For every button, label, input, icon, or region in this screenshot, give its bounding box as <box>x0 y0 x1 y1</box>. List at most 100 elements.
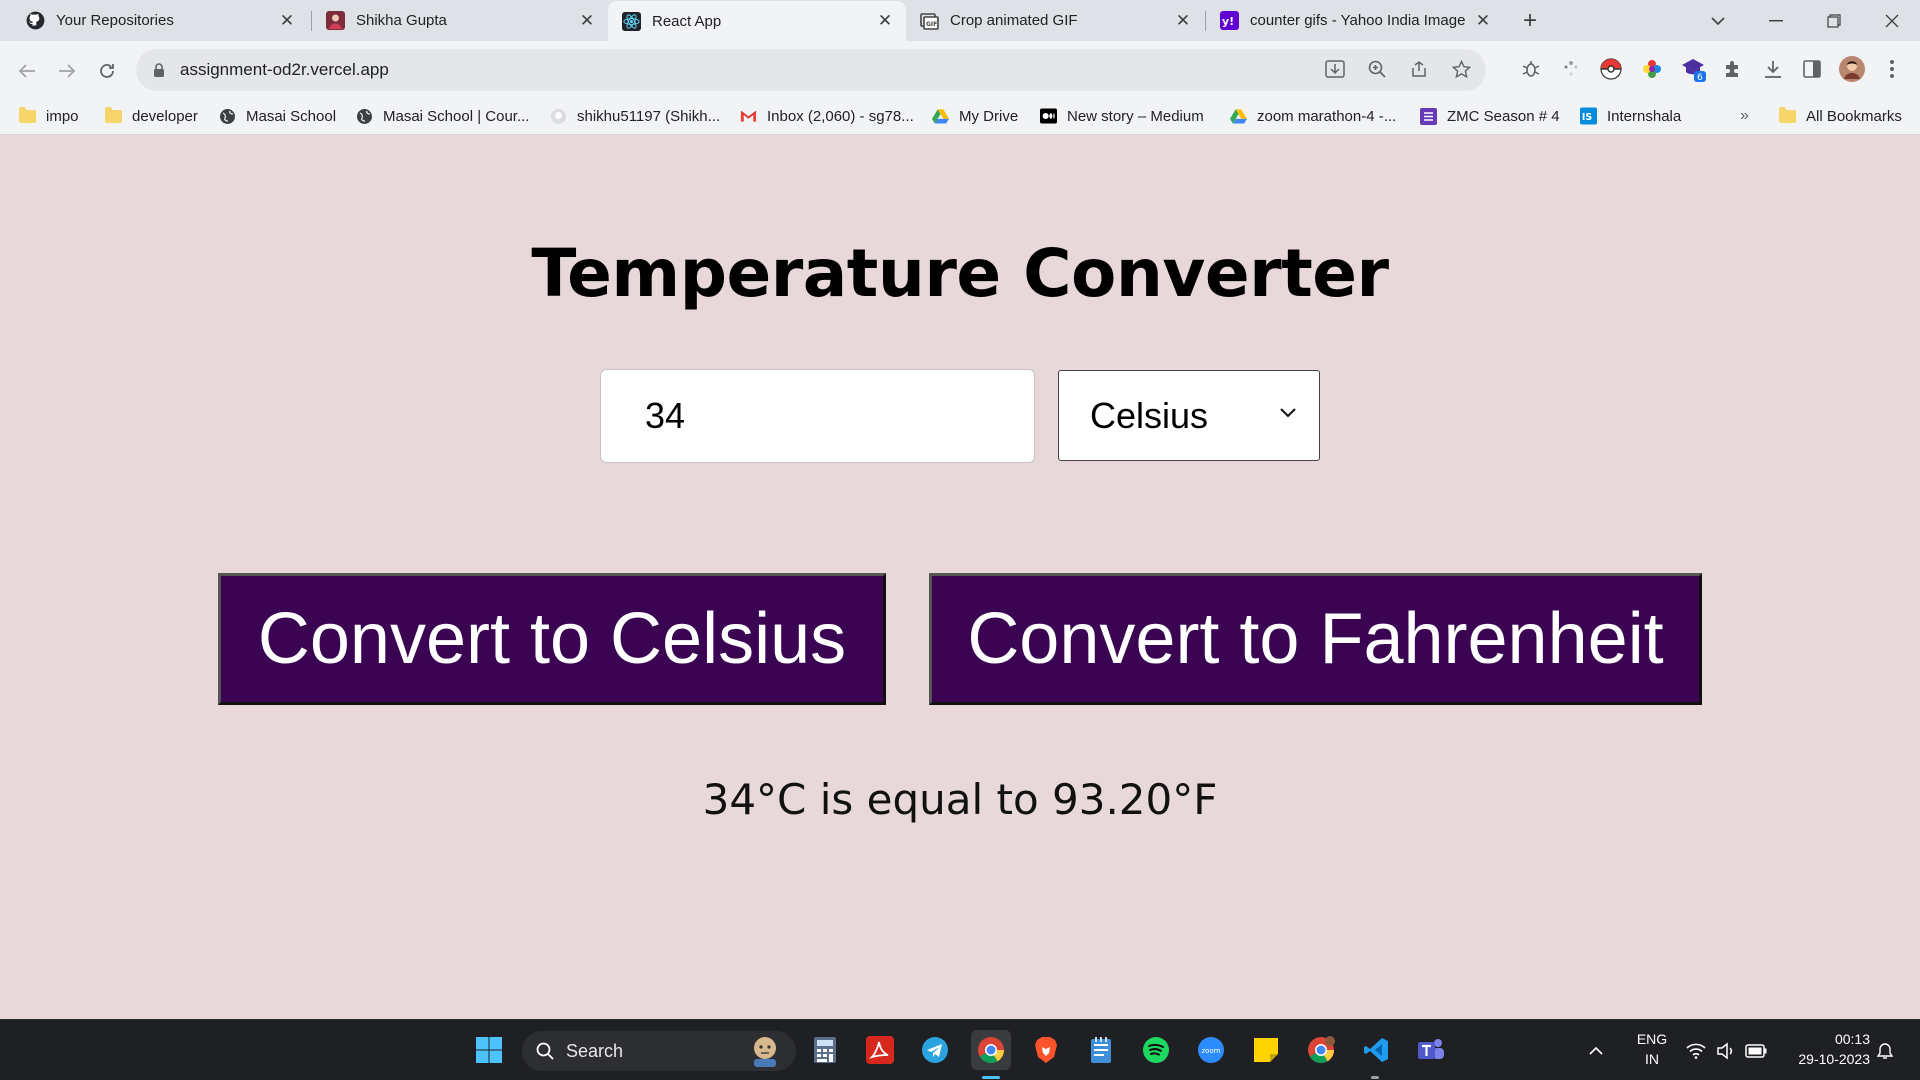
restore-button[interactable] <box>1806 0 1862 41</box>
unit-select[interactable]: Celsius <box>1058 370 1320 461</box>
bookmark-github-profile[interactable]: shikhu51197 (Shikh... <box>550 97 720 135</box>
convert-to-fahrenheit-button[interactable]: Convert to Fahrenheit <box>929 573 1702 705</box>
notification-settings-icon[interactable] <box>1876 1020 1894 1080</box>
bookmark-masai-school[interactable]: Masai School <box>219 97 336 135</box>
back-button[interactable] <box>11 55 43 87</box>
close-icon[interactable]: ✕ <box>1474 11 1492 30</box>
volume-icon[interactable] <box>1716 1020 1736 1080</box>
spinner-extension-icon[interactable] <box>1557 55 1585 83</box>
search-icon <box>536 1042 554 1060</box>
chrome-profile-icon[interactable] <box>1301 1030 1341 1070</box>
tab-title: counter gifs - Yahoo India Image <box>1250 12 1466 29</box>
bookmark-label: New story – Medium <box>1067 107 1204 125</box>
close-window-button[interactable] <box>1864 0 1920 41</box>
bookmark-zmc-season[interactable]: ZMC Season # 4 <box>1420 97 1560 135</box>
color-wheel-extension-icon[interactable] <box>1638 55 1666 83</box>
bookmark-label: ZMC Season # 4 <box>1447 107 1560 125</box>
close-icon[interactable]: ✕ <box>876 11 894 30</box>
downloads-icon[interactable] <box>1759 55 1787 83</box>
minimize-button[interactable] <box>1748 0 1804 41</box>
bookmark-medium[interactable]: New story – Medium <box>1040 97 1204 135</box>
spotify-icon[interactable] <box>1136 1030 1176 1070</box>
svg-text:zoom: zoom <box>1202 1047 1221 1055</box>
bookmark-label: Internshala <box>1607 107 1682 125</box>
telegram-icon[interactable] <box>915 1030 955 1070</box>
forward-button[interactable] <box>51 55 83 87</box>
brave-icon[interactable] <box>1026 1030 1066 1070</box>
tab-your-repositories[interactable]: Your Repositories ✕ <box>12 0 308 41</box>
reload-button[interactable] <box>91 55 123 87</box>
close-icon[interactable]: ✕ <box>578 11 596 30</box>
pokeball-extension-icon[interactable] <box>1597 55 1625 83</box>
clock-date: 29-10-2023 <box>1798 1051 1870 1067</box>
new-tab-button[interactable]: + <box>1515 6 1545 36</box>
all-bookmarks-button[interactable]: All Bookmarks <box>1779 97 1902 135</box>
url-text: assignment-od2r.vercel.app <box>180 60 389 79</box>
bug-extension-icon[interactable] <box>1517 55 1545 83</box>
address-bar[interactable]: assignment-od2r.vercel.app <box>136 49 1486 91</box>
taskbar-search[interactable]: Search <box>522 1031 796 1071</box>
bookmark-my-drive[interactable]: My Drive <box>932 97 1018 135</box>
lock-icon <box>154 63 164 77</box>
bookmark-internshala[interactable]: IS Internshala <box>1580 97 1681 135</box>
sticky-notes-icon[interactable] <box>1246 1030 1286 1070</box>
tab-title: Crop animated GIF <box>950 12 1078 29</box>
tab-title: React App <box>652 12 722 30</box>
yahoo-icon: y! <box>1220 11 1239 30</box>
bookmark-developer[interactable]: developer <box>105 97 198 135</box>
zoom-icon[interactable] <box>1366 58 1388 80</box>
chrome-icon[interactable] <box>971 1030 1011 1070</box>
graduation-extension-icon[interactable]: 6 <box>1680 55 1708 83</box>
github-icon <box>550 108 567 125</box>
notepad-icon[interactable] <box>1081 1030 1121 1070</box>
wifi-icon[interactable] <box>1686 1020 1706 1080</box>
share-icon[interactable] <box>1408 58 1430 80</box>
tab-shikha-gupta[interactable]: Shikha Gupta ✕ <box>312 0 608 41</box>
bookmark-label: zoom marathon-4 -... <box>1257 107 1397 125</box>
tab-title: Shikha Gupta <box>356 12 447 29</box>
avatar[interactable] <box>1838 55 1866 83</box>
windows-start-icon[interactable] <box>469 1030 509 1070</box>
vscode-icon[interactable] <box>1356 1030 1396 1070</box>
bookmark-masai-school-course[interactable]: Masai School | Cour... <box>356 97 529 135</box>
tab-crop-animated-gif[interactable]: GIF Crop animated GIF ✕ <box>906 0 1204 41</box>
system-clock[interactable]: 00:13 29-10-2023 <box>1780 1029 1870 1069</box>
tab-strip: Your Repositories ✕ Shikha Gupta ✕ React… <box>0 0 1920 41</box>
bookmark-star-icon[interactable] <box>1450 58 1472 80</box>
profile-icon <box>326 11 345 30</box>
tab-yahoo-images[interactable]: y! counter gifs - Yahoo India Image ✕ <box>1206 0 1504 41</box>
install-app-icon[interactable] <box>1324 58 1346 80</box>
running-app-indicator <box>1371 1076 1379 1079</box>
medium-icon <box>1040 108 1057 125</box>
close-icon[interactable]: ✕ <box>278 11 296 30</box>
battery-icon[interactable] <box>1745 1020 1767 1080</box>
globe-icon <box>356 108 373 125</box>
chrome-menu-icon[interactable] <box>1878 55 1906 83</box>
react-icon <box>622 11 641 31</box>
drive-icon <box>1230 108 1247 125</box>
drive-icon <box>932 108 949 125</box>
side-panel-icon[interactable] <box>1798 55 1826 83</box>
chevron-down-icon <box>1280 408 1296 418</box>
bookmark-impo[interactable]: impo <box>19 97 79 135</box>
tab-search-chevron-icon[interactable] <box>1690 0 1746 41</box>
zoom-icon[interactable]: zoom <box>1191 1030 1231 1070</box>
temperature-input[interactable]: 34 <box>600 369 1035 463</box>
convert-to-celsius-button[interactable]: Convert to Celsius <box>218 573 886 705</box>
acrobat-icon[interactable] <box>860 1030 900 1070</box>
internshala-icon: IS <box>1580 107 1597 125</box>
bookmark-zoom-marathon[interactable]: zoom marathon-4 -... <box>1230 97 1396 135</box>
calculator-icon[interactable] <box>805 1030 845 1070</box>
close-icon[interactable]: ✕ <box>1174 11 1192 30</box>
language-indicator[interactable]: ENG IN <box>1632 1029 1672 1069</box>
globe-icon <box>219 108 236 125</box>
browser-toolbar: assignment-od2r.vercel.app 6 impo develo… <box>0 41 1920 138</box>
extensions-puzzle-icon[interactable] <box>1719 55 1747 83</box>
teams-icon[interactable] <box>1411 1030 1451 1070</box>
folder-icon <box>105 106 122 125</box>
tab-react-app[interactable]: React App ✕ <box>608 1 906 41</box>
bookmark-gmail-inbox[interactable]: Inbox (2,060) - sg78... <box>740 97 914 135</box>
taskbar-search-label: Search <box>566 1040 624 1061</box>
show-hidden-icons-button[interactable] <box>1588 1020 1604 1080</box>
bookmarks-overflow-button[interactable]: » <box>1740 97 1749 135</box>
